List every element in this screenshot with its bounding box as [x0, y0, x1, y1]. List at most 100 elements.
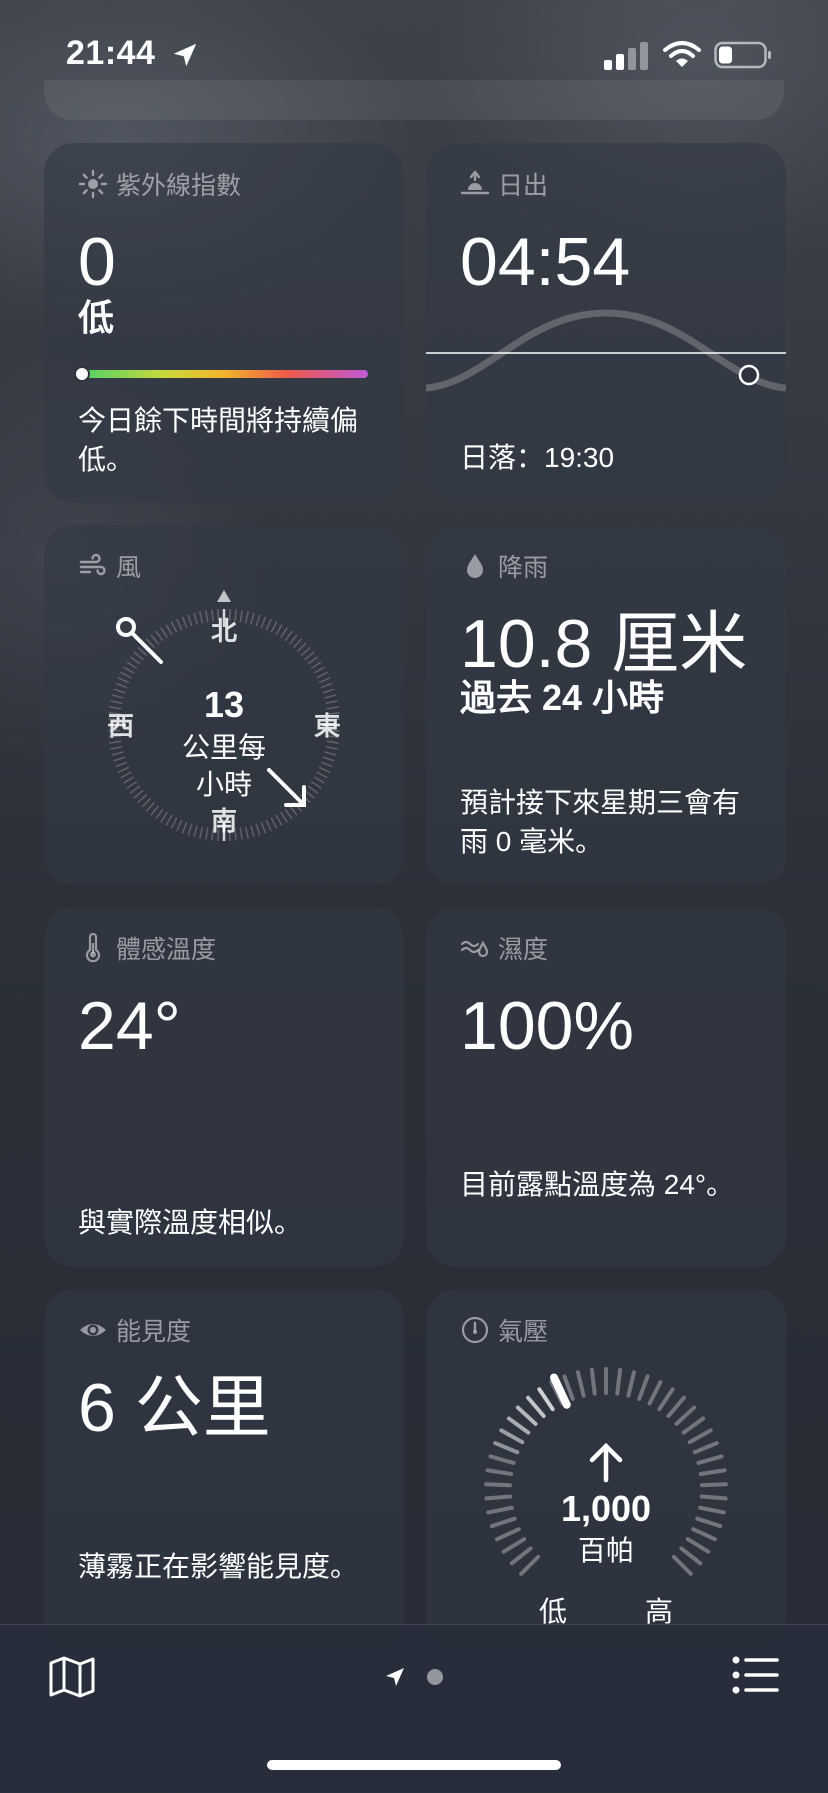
gauge-tick [699, 1494, 728, 1501]
pressure-low-label: 低 [539, 1595, 567, 1624]
humidity-card[interactable]: 濕度 100% 目前露點溫度為 24°。 [426, 907, 786, 1267]
compass-tick [324, 751, 337, 756]
eye-icon [80, 1324, 106, 1336]
wind-header: 風 [78, 549, 141, 583]
gauge-tick [493, 1441, 520, 1455]
map-icon[interactable] [48, 1655, 96, 1699]
compass-tick [181, 616, 188, 629]
feels-like-card[interactable]: 體感溫度 24° 與實際溫度相似。 [44, 907, 404, 1267]
north-pointer-icon [217, 590, 231, 602]
compass-tick [141, 798, 151, 808]
gauge-tick [695, 1516, 723, 1529]
compass-tick [326, 706, 339, 710]
compass-tick [133, 789, 144, 799]
gauge-tick [691, 1527, 717, 1542]
list-icon[interactable] [732, 1655, 780, 1695]
compass-tick [199, 611, 204, 624]
pressure-up-arrow-icon [589, 1442, 623, 1483]
gauge-tick [637, 1374, 650, 1401]
compass-tick [160, 627, 168, 639]
uv-level: 低 [78, 297, 115, 338]
compass-tick [255, 823, 261, 836]
uv-title: 紫外線指數 [116, 172, 242, 200]
page-indicator-dot[interactable] [427, 1669, 443, 1685]
sunrise-card[interactable]: 日出 04:54 日落：19:30 [426, 143, 786, 503]
wind-speed: 13 [204, 684, 244, 725]
wind-card[interactable]: 風 北 南 東 西 13 公里每 小時 [44, 525, 404, 885]
gauge-tick [485, 1468, 514, 1476]
compass-tick [113, 756, 126, 762]
visibility-card[interactable]: 能見度 6 公里 薄霧正在影響能見度。 [44, 1289, 404, 1649]
compass-tick [260, 616, 267, 629]
current-location-page-icon[interactable] [383, 1665, 407, 1689]
visibility-header: 能見度 [78, 1313, 191, 1347]
pressure-value: 1,000 [561, 1488, 651, 1529]
gauge-tick [657, 1387, 675, 1412]
compass-tick [126, 661, 138, 669]
compass-tick [320, 682, 333, 689]
gauge-tick [687, 1428, 713, 1445]
compass-tick [239, 610, 243, 623]
compass-tick [117, 677, 130, 684]
gauge-tick [696, 1454, 724, 1465]
compass-tick [320, 761, 333, 768]
sun-path-curve [426, 309, 786, 392]
pressure-card[interactable]: 氣壓 1,000 百帕 低 高 [426, 1289, 786, 1649]
compass-tick [255, 614, 261, 627]
humidity-icon [460, 940, 489, 958]
gauge-tick [575, 1370, 586, 1398]
precipitation-header: 降雨 [460, 549, 548, 583]
compass-tick [307, 785, 319, 794]
home-indicator [267, 1760, 561, 1770]
compass-tick [325, 700, 338, 705]
gauge-tick [499, 1428, 525, 1445]
compass-north-label: 北 [211, 617, 237, 647]
uv-description: 今日餘下時間將持續偏低。 [78, 405, 359, 475]
compass-tick [150, 634, 160, 645]
sun-position-marker [738, 364, 760, 386]
gauge-tick [679, 1546, 703, 1566]
compass-tick [244, 611, 249, 624]
gauge-tick [484, 1482, 513, 1488]
sunrise-time: 04:54 [460, 224, 631, 300]
gauge-tick [698, 1505, 726, 1515]
compass-south-label: 南 [211, 807, 237, 837]
compass-tick [193, 825, 198, 838]
compass-tick [265, 618, 272, 631]
compass-tick [117, 766, 130, 773]
gauge-tick [666, 1395, 686, 1419]
previous-card-edge [44, 80, 784, 120]
pressure-title: 氣壓 [498, 1318, 549, 1346]
compass-tick [133, 651, 144, 661]
gauge-tick [519, 1554, 541, 1576]
gauge-tick [509, 1546, 533, 1566]
compass-tick [187, 823, 193, 836]
precipitation-card[interactable]: 降雨 10.8 厘米 過去 24 小時 預計接下來星期三會有雨 0 毫米。 [426, 525, 786, 885]
compass-east-label: 東 [314, 712, 340, 742]
gauge-tick [626, 1370, 637, 1398]
uv-index-card[interactable]: 紫外線指數 0 低 今日餘下時間將持續偏低。 [44, 143, 404, 503]
pressure-unit: 百帕 [578, 1534, 634, 1567]
humidity-header: 濕度 [460, 931, 548, 965]
gauge-tick [486, 1505, 514, 1515]
compass-tick [313, 666, 325, 674]
gauge-tick [698, 1468, 727, 1476]
compass-tick [126, 781, 138, 789]
gauge-tick [589, 1367, 597, 1396]
compass-tick [160, 811, 168, 823]
compass-tick [176, 618, 183, 631]
gauge-tick [484, 1494, 513, 1501]
compass-tick [280, 627, 288, 639]
wind-unit-line1: 公里每 [182, 731, 266, 764]
compass-tick [176, 819, 183, 832]
compass-tick [115, 761, 128, 768]
compass-tick [123, 666, 135, 674]
pressure-gauge: 1,000 百帕 低 高 [484, 1367, 728, 1624]
compass-tick [288, 805, 298, 816]
compass-tick [316, 771, 328, 779]
sunrise-header: 日出 [460, 167, 548, 201]
gauge-tick [671, 1554, 693, 1576]
compass-tick [113, 688, 126, 694]
sunrise-title: 日出 [498, 172, 549, 200]
compass-tick [293, 638, 303, 649]
